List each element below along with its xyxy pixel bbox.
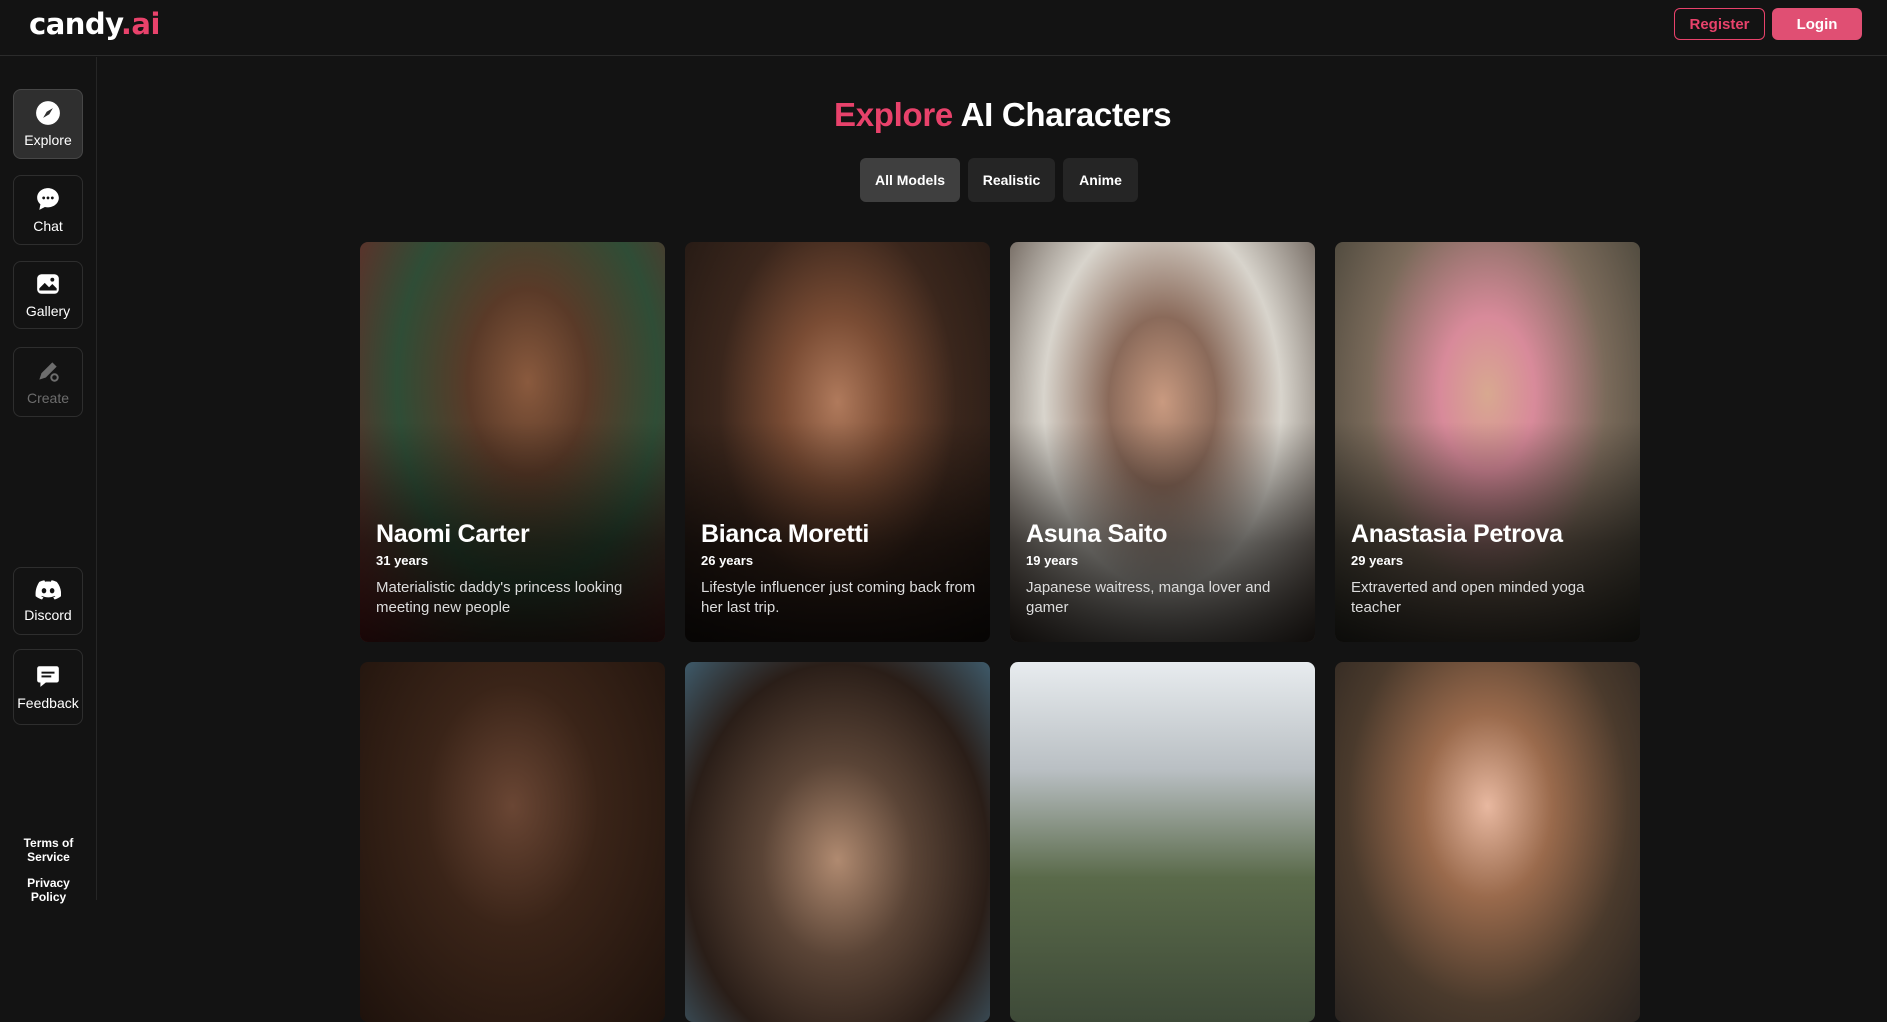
- privacy-line: Privacy: [27, 876, 70, 890]
- character-description: Extraverted and open minded yoga teacher: [1351, 579, 1585, 616]
- page-title: Explore AI Characters: [834, 96, 1172, 134]
- character-card[interactable]: [1335, 662, 1640, 1022]
- character-card[interactable]: [1010, 662, 1315, 1022]
- sidebar-item-label: Discord: [24, 607, 72, 623]
- character-name: Bianca Moretti: [701, 520, 870, 548]
- character-card[interactable]: [360, 662, 665, 1022]
- card-info: Anastasia Petrova 29 years Extraverted a…: [1351, 519, 1628, 618]
- sidebar-item-label: Create: [26, 390, 70, 406]
- sidebar-item-create[interactable]: Create: [13, 347, 83, 417]
- character-age: 31 years: [376, 553, 429, 568]
- logo-text: candy: [29, 7, 121, 41]
- terms-of-service-link[interactable]: Terms of Service: [0, 836, 97, 864]
- sidebar-item-label: Feedback: [17, 695, 79, 711]
- chat-bubble-icon: [35, 186, 61, 212]
- title-highlight: Explore: [834, 96, 953, 133]
- character-name: Anastasia Petrova: [1351, 520, 1563, 548]
- filter-all-models[interactable]: All Models: [860, 158, 960, 202]
- title-rest: AI Characters: [960, 96, 1172, 133]
- card-info: Asuna Saito 19 years Japanese waitress, …: [1026, 519, 1303, 618]
- filter-realistic[interactable]: Realistic: [968, 158, 1055, 202]
- character-age: 29 years: [1351, 553, 1404, 568]
- feedback-icon: [35, 663, 61, 689]
- logo[interactable]: candy.ai: [29, 7, 160, 41]
- create-brush-icon: [35, 358, 61, 384]
- character-description: Japanese waitress, manga lover and gamer: [1026, 579, 1271, 616]
- character-card[interactable]: Asuna Saito 19 years Japanese waitress, …: [1010, 242, 1315, 642]
- character-name: Naomi Carter: [376, 520, 530, 548]
- model-filter-tabs: All Models Realistic Anime: [860, 158, 1138, 202]
- sidebar-item-gallery[interactable]: Gallery: [13, 261, 83, 329]
- compass-icon: [35, 100, 61, 126]
- character-age: 26 years: [701, 553, 754, 568]
- register-button[interactable]: Register: [1674, 8, 1765, 40]
- filter-anime[interactable]: Anime: [1063, 158, 1138, 202]
- character-card[interactable]: Naomi Carter 31 years Materialistic dadd…: [360, 242, 665, 642]
- card-info: Bianca Moretti 26 years Lifestyle influe…: [701, 519, 978, 618]
- card-info: Naomi Carter 31 years Materialistic dadd…: [376, 519, 653, 618]
- privacy-line: Policy: [30, 890, 67, 904]
- gallery-icon: [35, 271, 61, 297]
- character-card[interactable]: Anastasia Petrova 29 years Extraverted a…: [1335, 242, 1640, 642]
- character-age: 19 years: [1026, 553, 1079, 568]
- character-card[interactable]: Bianca Moretti 26 years Lifestyle influe…: [685, 242, 990, 642]
- sidebar-item-discord[interactable]: Discord: [13, 567, 83, 635]
- character-description: Materialistic daddy's princess looking m…: [376, 579, 623, 616]
- character-description: Lifestyle influencer just coming back fr…: [701, 579, 976, 616]
- sidebar-item-label: Chat: [33, 218, 63, 234]
- login-button[interactable]: Login: [1772, 8, 1862, 40]
- sidebar-item-explore[interactable]: Explore: [13, 89, 83, 159]
- sidebar-item-label: Explore: [24, 132, 72, 148]
- terms-line: Service: [27, 850, 70, 864]
- sidebar-item-chat[interactable]: Chat: [13, 175, 83, 245]
- terms-line: Terms of: [23, 836, 74, 850]
- sidebar-item-feedback[interactable]: Feedback: [13, 649, 83, 725]
- top-header: candy.ai Register Login: [0, 0, 1887, 56]
- discord-icon: [35, 579, 61, 601]
- sidebar-item-label: Gallery: [25, 303, 71, 319]
- logo-dot-ai: .ai: [120, 7, 161, 41]
- character-card[interactable]: [685, 662, 990, 1022]
- character-name: Asuna Saito: [1026, 520, 1168, 548]
- sidebar: Explore Chat Gallery Create Discord Feed…: [0, 57, 97, 904]
